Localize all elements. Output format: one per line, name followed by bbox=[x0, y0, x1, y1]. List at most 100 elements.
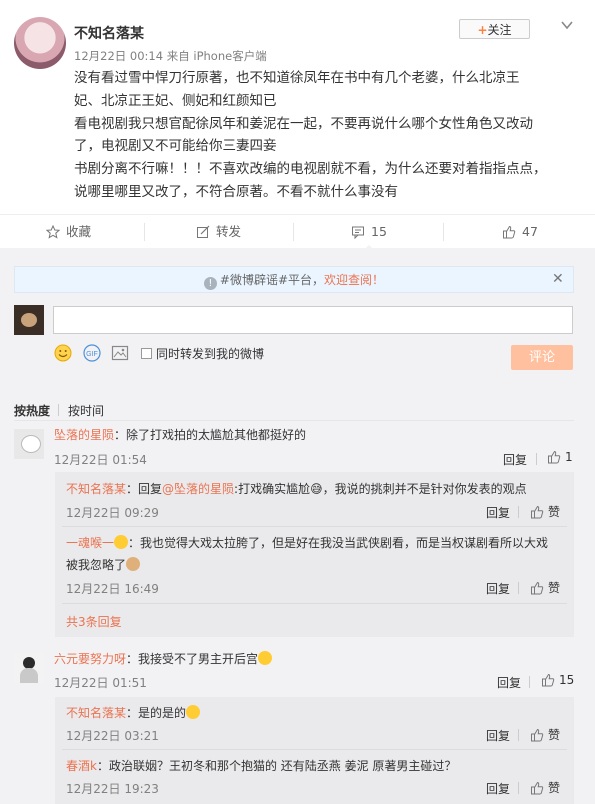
divider bbox=[62, 603, 567, 604]
comment-username[interactable]: 六元要努力呀 bbox=[54, 652, 126, 666]
comment-like-button[interactable]: 15 bbox=[541, 673, 574, 687]
sub-reply-text: 一魂喉一 ：我也觉得大戏太拉胯了，但是好在我没当武侠剧看，而是当权谋剧看所以大戏被… bbox=[66, 532, 566, 576]
comment-username[interactable]: 坠落的星陨 bbox=[54, 428, 114, 442]
reply-username[interactable]: 一魂喉一 bbox=[66, 536, 114, 550]
comment-time: 12月22日 01:51 bbox=[54, 676, 147, 690]
comment-icon bbox=[352, 226, 364, 239]
divider bbox=[144, 223, 145, 241]
chevron-down-icon[interactable] bbox=[560, 18, 574, 32]
gif-icon[interactable]: GIF bbox=[83, 344, 101, 362]
repost-checkbox[interactable] bbox=[141, 348, 152, 359]
repost-icon bbox=[197, 225, 210, 238]
reply-body: :打戏确实尴尬😅，我说的挑刺并不是针对你发表的观点 bbox=[234, 482, 527, 496]
comment-time: 12月22日 01:54 bbox=[54, 453, 147, 467]
reply-time: 12月22日 03:21 bbox=[66, 729, 159, 743]
svg-text:GIF: GIF bbox=[86, 351, 98, 358]
reply-like-button[interactable]: 赞 bbox=[530, 579, 560, 596]
thumbs-up-icon bbox=[548, 450, 561, 464]
commenter-avatar[interactable] bbox=[14, 429, 44, 459]
mention-link[interactable]: @坠落的星陨 bbox=[162, 482, 234, 496]
like-label: 赞 bbox=[548, 781, 561, 795]
commenter-avatar[interactable] bbox=[14, 653, 44, 683]
divider bbox=[58, 404, 59, 416]
divider bbox=[518, 582, 519, 594]
sub-reply-text: 不知名落某：回复@坠落的星陨:打戏确实尴尬😅，我说的挑刺并不是针对你发表的观点 bbox=[66, 478, 527, 500]
rumor-notice: ! #微博辟谣#平台，欢迎查阅！ bbox=[14, 266, 574, 293]
divider bbox=[62, 749, 567, 750]
post-line: 书剧分离不行嘛！！！不喜欢改编的电视剧就不看，为什么还要对着指指点点， bbox=[74, 161, 547, 178]
follow-button[interactable]: +关注 bbox=[459, 19, 530, 39]
weibo-post: 不知名落某 12月22日 00:14 来自 iPhone客户端 +关注 没有看过… bbox=[0, 0, 595, 214]
my-avatar[interactable] bbox=[14, 305, 44, 335]
reply-button[interactable]: 回复 bbox=[503, 451, 527, 468]
plus-icon: + bbox=[477, 23, 488, 37]
info-icon: ! bbox=[203, 277, 217, 290]
reply-body: ：政治联姻？王初冬和那个抱猫的 还有陆丞燕 姜泥 原著男主碰过？ bbox=[96, 759, 457, 773]
divider bbox=[518, 506, 519, 518]
divider bbox=[443, 223, 444, 241]
divider bbox=[14, 420, 574, 421]
author-name[interactable]: 不知名落某 bbox=[74, 23, 144, 43]
reply-like-button[interactable]: 赞 bbox=[530, 503, 560, 520]
comment-input[interactable] bbox=[53, 306, 573, 334]
follow-label: 关注 bbox=[487, 23, 512, 37]
reply-like-button[interactable]: 赞 bbox=[530, 726, 560, 743]
emoji-icon bbox=[114, 535, 129, 549]
comment-button[interactable]: 15 bbox=[351, 215, 387, 250]
reply-username[interactable]: 不知名落某 bbox=[66, 706, 126, 720]
reply-button[interactable]: 回复 bbox=[486, 580, 510, 597]
comment-like-count: 15 bbox=[559, 673, 575, 687]
reply-username[interactable]: 不知名落某 bbox=[66, 482, 126, 496]
like-label: 赞 bbox=[548, 581, 561, 595]
author-avatar[interactable] bbox=[14, 17, 66, 69]
reply-body: ：是的是的 bbox=[126, 706, 187, 720]
sub-reply-text: 不知名落某：是的是的 bbox=[66, 702, 201, 724]
thumbs-up-icon bbox=[531, 728, 544, 741]
thumbs-up-icon bbox=[542, 673, 555, 687]
divider bbox=[529, 676, 530, 688]
crying-emoji-icon bbox=[258, 651, 273, 665]
repost-button[interactable]: 转发 bbox=[196, 215, 241, 249]
close-icon[interactable]: ✕ bbox=[552, 271, 564, 287]
post-line: 妃、北凉正王妃、侧妃和红颜知已 bbox=[74, 92, 277, 109]
like-count: 47 bbox=[522, 224, 538, 239]
like-label: 赞 bbox=[548, 728, 561, 742]
reply-button[interactable]: 回复 bbox=[486, 504, 510, 521]
comment-like-button[interactable]: 1 bbox=[547, 450, 573, 464]
repost-label: 转发 bbox=[216, 224, 242, 239]
emoji-icon[interactable] bbox=[54, 344, 72, 362]
dog-emoji-icon bbox=[126, 557, 141, 571]
reply-body: ：我也觉得大戏太拉胯了，但是好在我没当武侠剧看，而是当权谋剧看所以大戏 bbox=[128, 536, 549, 550]
comment-text: 六元要努力呀：我接受不了男主开后宫 bbox=[54, 648, 273, 670]
repost-checkbox-label: 同时转发到我的微博 bbox=[156, 347, 265, 361]
thumbs-up-icon bbox=[503, 225, 516, 239]
divider bbox=[62, 526, 567, 527]
favorite-button[interactable]: 收藏 bbox=[46, 215, 91, 249]
reply-username[interactable]: 春酒k bbox=[66, 759, 97, 773]
notice-link[interactable]: 欢迎查阅！ bbox=[324, 273, 384, 287]
comment-count: 15 bbox=[371, 224, 387, 239]
post-line: 了，电视剧又不可能给你三妻四妾 bbox=[74, 138, 277, 155]
image-icon[interactable] bbox=[111, 344, 129, 362]
notice-text: #微博辟谣#平台， bbox=[219, 273, 325, 287]
reply-button[interactable]: 回复 bbox=[486, 727, 510, 744]
thumbs-up-icon bbox=[531, 781, 544, 794]
star-icon bbox=[46, 225, 60, 239]
reply-button[interactable]: 回复 bbox=[497, 674, 521, 691]
post-action-bar: 收藏 转发 15 47 bbox=[0, 214, 595, 250]
reply-body: 被我忽略了 bbox=[66, 558, 127, 572]
post-line: 说哪里哪里又改了，不符合原著。不看不就什么事没有 bbox=[74, 183, 398, 200]
reply-like-button[interactable]: 赞 bbox=[530, 779, 560, 796]
like-button[interactable]: 47 bbox=[502, 215, 538, 249]
reply-button[interactable]: 回复 bbox=[486, 780, 510, 797]
comment-body: ：除了打戏拍的太尴尬其他都挺好的 bbox=[114, 428, 307, 442]
submit-comment-button[interactable]: 评论 bbox=[511, 345, 573, 370]
sort-by-hot-tab[interactable]: 按热度 bbox=[14, 402, 50, 419]
sort-by-time-tab[interactable]: 按时间 bbox=[68, 402, 104, 419]
sub-reply-text: 春酒k：政治联姻？王初冬和那个抱猫的 还有陆丞燕 姜泥 原著男主碰过？ bbox=[66, 755, 456, 777]
view-more-replies-link[interactable]: 共3条回复 bbox=[66, 613, 122, 630]
comment-body: ：我接受不了男主开后宫 bbox=[126, 652, 259, 666]
favorite-label: 收藏 bbox=[66, 224, 92, 239]
reply-time: 12月22日 19:23 bbox=[66, 782, 159, 796]
crying-emoji-icon bbox=[186, 705, 201, 719]
